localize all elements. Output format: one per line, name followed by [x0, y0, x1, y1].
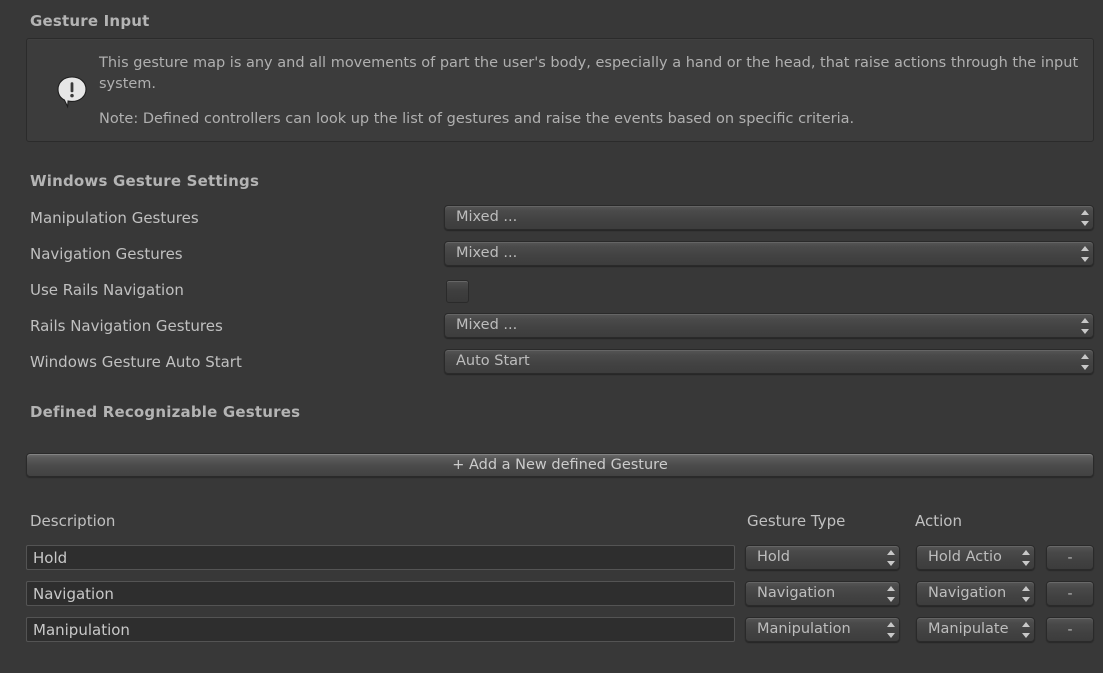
action-popup-1-value: Navigation — [917, 586, 1018, 601]
description-input-0-value: Hold — [33, 549, 67, 567]
popup-navigation-gestures[interactable]: Mixed ... — [444, 241, 1094, 266]
action-popup-1[interactable]: Navigation — [916, 581, 1035, 606]
chevron-updown-icon — [1077, 206, 1093, 229]
action-popup-2[interactable]: Manipulate — [916, 617, 1035, 642]
remove-gesture-button-1-label: - — [1067, 586, 1072, 602]
popup-windows-gesture-auto-start-value: Auto Start — [445, 354, 1077, 369]
checkbox-use-rails-navigation[interactable] — [446, 280, 469, 303]
gesture-type-popup-2[interactable]: Manipulation — [745, 617, 900, 642]
description-input-2-value: Manipulation — [33, 621, 130, 639]
chevron-updown-icon — [883, 618, 899, 641]
popup-manipulation-gestures-value: Mixed ... — [445, 210, 1077, 225]
action-popup-0[interactable]: Hold Actio — [916, 545, 1035, 570]
popup-manipulation-gestures[interactable]: Mixed ... — [444, 205, 1094, 230]
chevron-updown-icon — [1018, 546, 1034, 569]
popup-rails-navigation-gestures[interactable]: Mixed ... — [444, 313, 1094, 338]
chevron-updown-icon — [883, 582, 899, 605]
gesture-type-popup-0[interactable]: Hold — [745, 545, 900, 570]
inspector-panel: Gesture Input This gesture map is any an… — [0, 0, 1103, 673]
help-box: This gesture map is any and all movement… — [26, 38, 1094, 142]
column-header-description: Description — [30, 512, 115, 530]
chevron-updown-icon — [1077, 350, 1093, 373]
popup-rails-navigation-gestures-value: Mixed ... — [445, 318, 1077, 333]
label-navigation-gestures: Navigation Gestures — [30, 245, 183, 263]
add-new-defined-gesture-label: + Add a New defined Gesture — [452, 457, 668, 473]
popup-windows-gesture-auto-start[interactable]: Auto Start — [444, 349, 1094, 374]
gesture-type-popup-1-value: Navigation — [746, 586, 883, 601]
help-box-text: This gesture map is any and all movement… — [99, 53, 1079, 130]
label-use-rails-navigation: Use Rails Navigation — [30, 281, 184, 299]
chevron-updown-icon — [1077, 314, 1093, 337]
description-input-2[interactable]: Manipulation — [26, 617, 735, 642]
page-title: Gesture Input — [30, 12, 150, 30]
label-windows-gesture-auto-start: Windows Gesture Auto Start — [30, 353, 242, 371]
chevron-updown-icon — [883, 546, 899, 569]
windows-gesture-settings-heading: Windows Gesture Settings — [30, 172, 259, 190]
defined-gestures-heading: Defined Recognizable Gestures — [30, 403, 300, 421]
chevron-updown-icon — [1077, 242, 1093, 265]
remove-gesture-button-1[interactable]: - — [1046, 581, 1094, 606]
column-header-gesture-type: Gesture Type — [747, 512, 845, 530]
action-popup-0-value: Hold Actio — [917, 550, 1018, 565]
help-box-paragraph-2: Note: Defined controllers can look up th… — [99, 109, 1079, 130]
chevron-updown-icon — [1018, 618, 1034, 641]
label-rails-navigation-gestures: Rails Navigation Gestures — [30, 317, 223, 335]
description-input-1[interactable]: Navigation — [26, 581, 735, 606]
description-input-1-value: Navigation — [33, 585, 114, 603]
gesture-type-popup-2-value: Manipulation — [746, 622, 883, 637]
gesture-type-popup-1[interactable]: Navigation — [745, 581, 900, 606]
chevron-updown-icon — [1018, 582, 1034, 605]
action-popup-2-value: Manipulate — [917, 622, 1018, 637]
info-exclamation-icon — [55, 75, 89, 109]
remove-gesture-button-0[interactable]: - — [1046, 545, 1094, 570]
remove-gesture-button-2[interactable]: - — [1046, 617, 1094, 642]
description-input-0[interactable]: Hold — [26, 545, 735, 570]
column-header-action: Action — [915, 512, 962, 530]
add-new-defined-gesture-button[interactable]: + Add a New defined Gesture — [26, 453, 1094, 477]
popup-navigation-gestures-value: Mixed ... — [445, 246, 1077, 261]
label-manipulation-gestures: Manipulation Gestures — [30, 209, 199, 227]
remove-gesture-button-2-label: - — [1067, 622, 1072, 638]
remove-gesture-button-0-label: - — [1067, 550, 1072, 566]
gesture-type-popup-0-value: Hold — [746, 550, 883, 565]
help-box-paragraph-1: This gesture map is any and all movement… — [99, 53, 1079, 95]
